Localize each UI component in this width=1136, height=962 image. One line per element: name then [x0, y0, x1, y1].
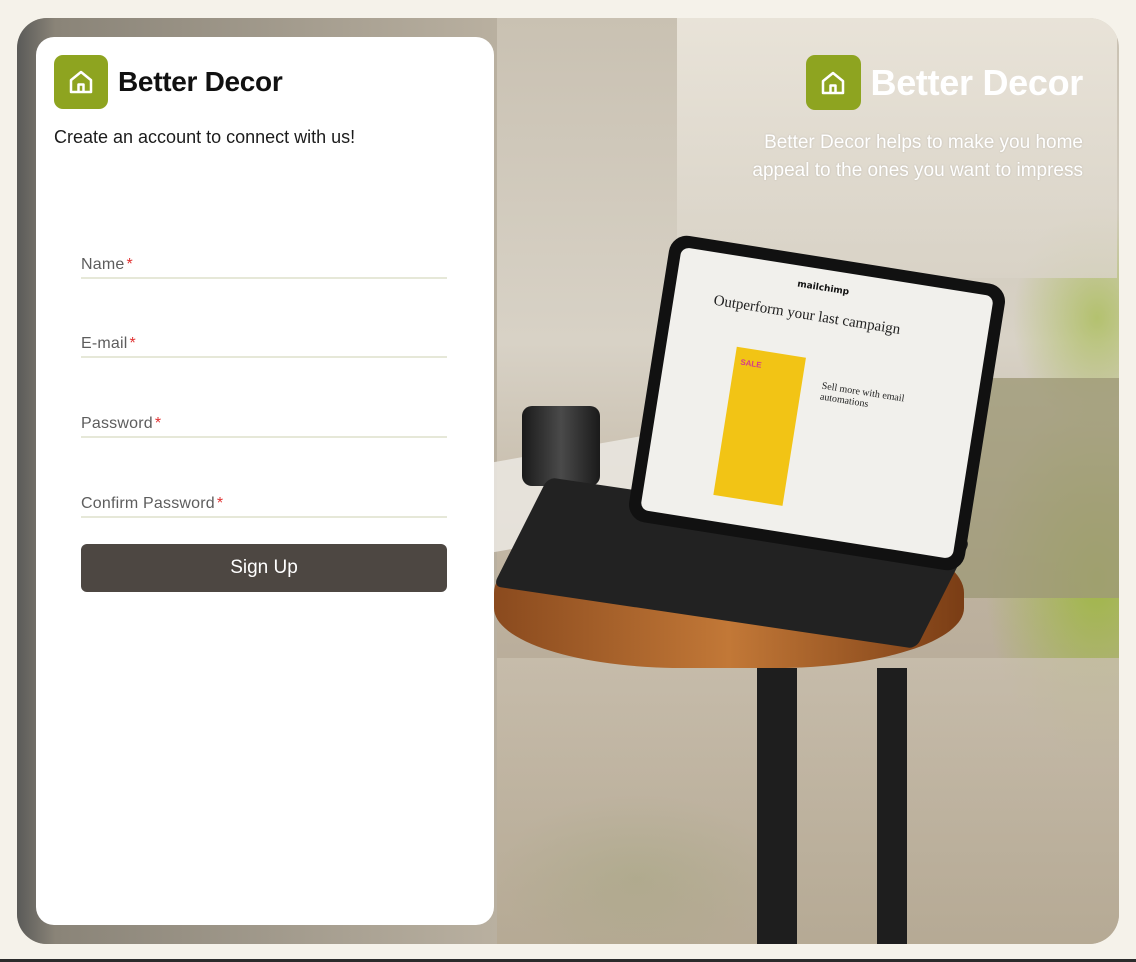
tablet-subhead: Sell more with email automations — [819, 380, 906, 410]
tablet-screen: mailchimp Outperform your last campaign … — [640, 246, 994, 560]
password-label: Password * — [81, 415, 162, 432]
hero-brand-name: Better Decor — [870, 61, 1084, 103]
brand: Better Decor — [54, 55, 283, 109]
brand-name: Better Decor — [118, 66, 283, 97]
tablet-promo-text: SALE — [739, 357, 763, 370]
required-mark: * — [126, 256, 133, 273]
camera-lens-image — [522, 406, 600, 486]
required-mark: * — [216, 495, 224, 512]
required-mark: * — [154, 415, 162, 432]
email-label: E-mail * — [81, 335, 136, 352]
required-mark: * — [129, 335, 136, 352]
tablet-logo: mailchimp — [796, 279, 850, 298]
home-icon — [54, 55, 108, 109]
signup-card: Better Decor Create an account to connec… — [36, 37, 494, 925]
tablet-headline: Outperform your last campaign — [712, 292, 902, 339]
tablet-promo: SALE — [713, 346, 806, 506]
confirm-password-label: Confirm Password * — [81, 495, 224, 512]
hero-brand: Better Decor — [805, 55, 1084, 110]
hero-description: Better Decor helps to make you home appe… — [752, 132, 1083, 181]
rug-image — [497, 658, 1119, 944]
name-field[interactable]: Name * — [81, 237, 447, 279]
table-leg — [877, 668, 907, 944]
name-label: Name * — [81, 256, 133, 273]
tablet-image: mailchimp Outperform your last campaign … — [626, 233, 1008, 573]
home-icon — [805, 55, 861, 110]
email-field[interactable]: E-mail * — [81, 316, 447, 358]
confirm-password-field[interactable]: Confirm Password * — [81, 476, 447, 518]
sign-up-button[interactable]: Sign Up — [81, 544, 447, 592]
password-field[interactable]: Password * — [81, 396, 447, 438]
tagline: Create an account to connect with us! — [54, 127, 356, 147]
table-leg — [757, 668, 797, 944]
